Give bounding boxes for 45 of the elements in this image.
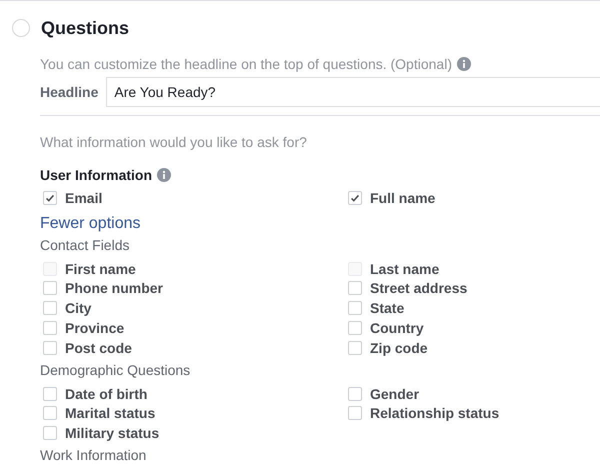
checkbox[interactable] [43, 386, 57, 401]
checkbox[interactable] [348, 321, 362, 336]
field-label: Headline [40, 84, 98, 100]
option-label: Date of birth [65, 386, 148, 402]
option-label: State [370, 300, 404, 316]
section-title: Questions [41, 18, 130, 38]
option-label: Last name [370, 260, 440, 277]
checkbox[interactable] [43, 301, 57, 316]
checkbox[interactable] [43, 340, 57, 355]
fewer-options-link[interactable]: Fewer options [40, 214, 140, 233]
checkbox[interactable] [43, 321, 57, 336]
option-label: Phone number [65, 280, 164, 296]
checkbox[interactable] [348, 386, 362, 401]
group-heading: Work Information [40, 447, 148, 466]
option-label: City [65, 300, 92, 316]
option-label: Email [65, 190, 102, 206]
section-heading: User Information [40, 167, 152, 183]
info-icon[interactable] [456, 57, 471, 71]
option-label: Zip code [370, 340, 428, 356]
prompt-text: What information would you like to ask for? [40, 134, 308, 152]
checkbox[interactable] [348, 406, 362, 420]
checkbox[interactable] [43, 426, 57, 440]
option-label: Province [65, 320, 124, 336]
info-icon[interactable] [157, 168, 172, 182]
option-label: Military status [65, 425, 160, 442]
option-label: Marital status [65, 405, 156, 422]
option-label: Gender [370, 386, 420, 402]
group-heading: Demographic Questions [40, 362, 192, 380]
option-label: Country [370, 320, 424, 336]
option-label: Post code [65, 340, 132, 356]
option-label: Street address [370, 280, 468, 296]
checkbox[interactable] [348, 340, 362, 355]
option-label: Full name [370, 190, 436, 206]
checkbox[interactable] [348, 190, 362, 205]
option-label: Relationship status [370, 405, 500, 422]
hint-text: You can customize the headline on the top of questions. (Optional) [40, 56, 452, 72]
checkbox[interactable] [43, 406, 57, 420]
checkbox[interactable] [348, 301, 362, 316]
checkbox[interactable] [43, 281, 57, 296]
checkbox[interactable] [43, 190, 57, 205]
option-label: First name [65, 260, 136, 277]
radio-button[interactable] [12, 19, 30, 37]
checkbox[interactable] [348, 281, 362, 296]
group-heading: Contact Fields [40, 236, 130, 255]
input-field[interactable]: Are You Ready? [106, 77, 600, 107]
